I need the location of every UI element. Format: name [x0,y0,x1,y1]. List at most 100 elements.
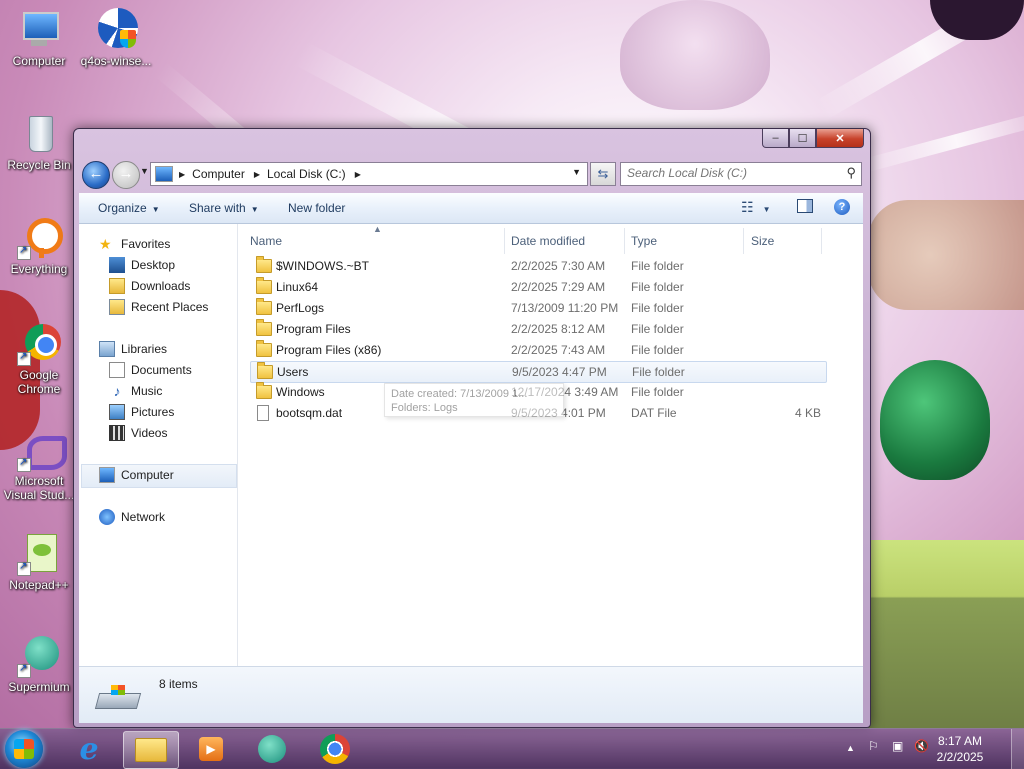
desktop-icon-label: Recycle Bin [7,158,71,172]
nav-computer[interactable]: Computer [99,465,174,485]
nav-favorites-label: Favorites [121,237,171,251]
search-box[interactable]: ⚲ [620,162,862,186]
column-header-date-modified[interactable]: Date modified [511,234,585,248]
nav-documents[interactable]: Documents [109,360,192,380]
videos-icon [109,425,125,441]
chevron-down-icon: ▼ [762,205,771,214]
search-input[interactable] [621,163,833,183]
shortcut-arrow-icon [17,560,31,576]
nav-libraries-label: Libraries [121,342,168,356]
nav-music[interactable]: ♪ Music [109,381,163,401]
address-bar[interactable]: ▶ Computer ▶ Local Disk (C:) ▶ ▼ [150,162,588,186]
nav-downloads-label: Downloads [131,279,191,293]
column-divider[interactable] [821,228,822,254]
column-divider[interactable] [504,228,505,254]
show-desktop-button[interactable] [1011,729,1024,769]
taskbar-supermium[interactable] [245,731,299,767]
file-type: DAT File [631,406,677,420]
details-pane: 8 items [79,666,863,723]
info-tooltip: Date created: 7/13/2009 1... Folders: Lo… [384,383,564,417]
forward-arrow-icon: → [118,165,134,182]
desktop-icon-label: Google Chrome [17,368,61,396]
desktop-icon-label: Notepad++ [9,578,69,592]
forward-button[interactable]: → [112,161,140,189]
share-with-button[interactable]: Share with ▼ [189,201,259,215]
nav-recent-places[interactable]: Recent Places [109,297,208,317]
taskbar-windows-explorer[interactable] [123,731,179,769]
nav-libraries[interactable]: Libraries [99,339,167,359]
folder-icon [257,362,273,379]
nav-videos[interactable]: Videos [109,423,167,443]
file-name: $WINDOWS.~BT [276,259,370,273]
desktop-icon-google-chrome[interactable]: Google Chrome [3,322,75,396]
folder-icon [256,298,272,315]
taskbar-internet-explorer[interactable]: e [62,731,116,767]
desktop-icon-computer[interactable]: Computer [3,8,75,68]
system-clock[interactable]: 8:17 AM 2/2/2025 [930,733,990,765]
recent-pages-button[interactable]: ▼ [140,166,149,176]
table-row[interactable]: $WINDOWS.~BT 2/2/2025 7:30 AM File folder [250,256,825,276]
breadcrumb-separator-icon[interactable]: ▶ [355,170,361,179]
downloads-icon [109,278,125,294]
column-header-size[interactable]: Size [751,234,774,248]
new-folder-button[interactable]: New folder [288,201,345,215]
search-icon[interactable]: ⚲ [846,165,856,181]
close-button[interactable]: ✕ [816,129,864,148]
desktop-icon-label: Microsoft Visual Stud... [3,474,75,502]
desktop-icon-label: Supermium [8,680,70,694]
table-row[interactable]: Linux64 2/2/2025 7:29 AM File folder [250,277,825,297]
desktop-icon-supermium[interactable]: Supermium [3,634,75,694]
desktop-icon-notepad-plus-plus[interactable]: Notepad++ [3,532,75,592]
column-header-type[interactable]: Type [631,234,657,248]
change-view-button[interactable]: ☷ ▼ [741,199,770,216]
nav-network-label: Network [121,510,166,524]
volume-muted-icon[interactable]: 🔇 [914,739,929,753]
column-divider[interactable] [624,228,625,254]
file-name: bootsqm.dat [276,406,343,420]
folder-icon [256,256,272,273]
nav-desktop[interactable]: Desktop [109,255,175,275]
minimize-button[interactable]: – [762,129,789,148]
action-center-icon[interactable]: ⚐ [868,739,879,753]
nav-pictures[interactable]: Pictures [109,402,174,422]
address-dropdown-icon[interactable]: ▼ [572,167,581,177]
breadcrumb-separator-icon[interactable]: ▶ [179,170,185,179]
minimize-icon: – [772,132,779,144]
chevron-down-icon: ▼ [250,205,259,214]
taskbar-media-player[interactable]: ▶ [184,731,238,767]
table-row[interactable]: Users 9/5/2023 4:47 PM File folder [250,361,827,383]
table-row[interactable]: Program Files (x86) 2/2/2025 7:43 AM File … [250,340,825,360]
explorer-window[interactable]: – ☐ ✕ ← → ▼ ▶ Computer ▶ Local Disk (C:)… [73,128,871,728]
nav-favorites[interactable]: ★ Favorites [99,234,170,254]
file-name: Windows [276,385,325,399]
nav-downloads[interactable]: Downloads [109,276,190,296]
refresh-icon: ⇆ [597,166,609,181]
desktop-icon-everything[interactable]: Everything [3,216,75,276]
nav-network[interactable]: Network [99,507,165,527]
breadcrumb-separator-icon[interactable]: ▶ [254,170,260,179]
breadcrumb-local-disk[interactable]: Local Disk (C:) [267,167,346,181]
desktop-icon-q4os-installer[interactable]: q4os-winse... [80,8,152,68]
start-button[interactable] [5,730,43,768]
network-status-icon[interactable]: ▣ [892,739,903,753]
maximize-button[interactable]: ☐ [789,129,816,148]
navigation-pane: ★ Favorites Desktop Downloads Recent Pla… [79,224,238,666]
shortcut-arrow-icon [17,350,31,366]
help-button[interactable]: ? [834,199,850,215]
back-button[interactable]: ← [82,161,110,189]
column-header-name[interactable]: Name [250,234,282,248]
show-hidden-icons-button[interactable]: ▲ [846,743,855,753]
refresh-button[interactable]: ⇆ [590,162,616,186]
table-row[interactable]: PerfLogs 7/13/2009 11:20 PM File folder [250,298,825,318]
column-divider[interactable] [743,228,744,254]
taskbar-google-chrome[interactable] [308,731,362,767]
desktop-icon [109,257,125,273]
desktop-icon-visual-studio[interactable]: Microsoft Visual Stud... [3,428,75,502]
file-name: PerfLogs [276,301,325,315]
desktop-icon-recycle-bin[interactable]: Recycle Bin [3,112,75,172]
table-row[interactable]: Program Files 2/2/2025 8:12 AM File folder [250,319,825,339]
preview-pane-button[interactable] [797,199,813,216]
breadcrumb-computer[interactable]: Computer [192,167,245,181]
tooltip-line: Date created: 7/13/2009 1... [391,388,528,400]
organize-button[interactable]: Organize ▼ [98,201,160,215]
